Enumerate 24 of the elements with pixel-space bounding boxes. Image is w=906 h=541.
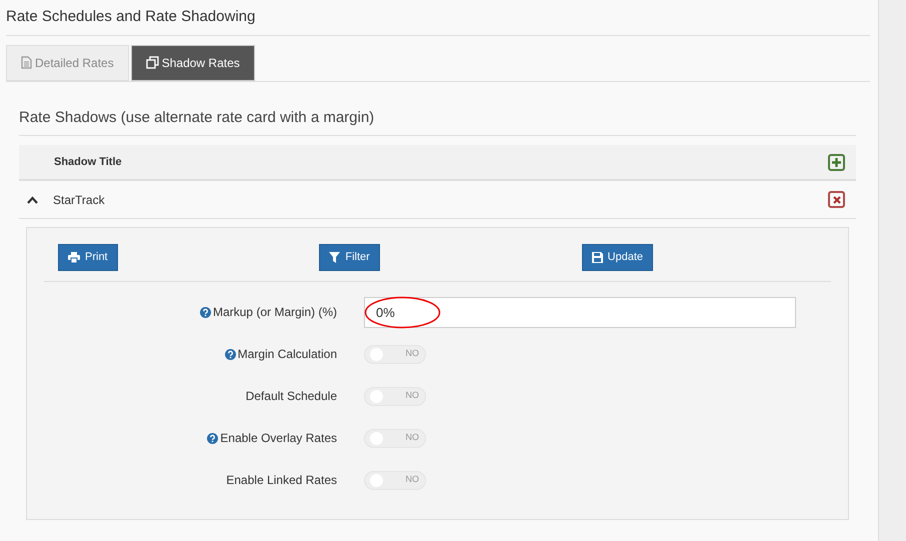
copy-icon (146, 56, 159, 69)
tab[interactable]: Shadow Rates (130, 44, 255, 80)
column-header: Shadow Title (54, 154, 122, 170)
field-label: Margin Calculation (238, 346, 337, 363)
document-icon (21, 56, 32, 69)
row-title: StarTrack (53, 192, 106, 208)
field-label: Enable Overlay Rates (220, 430, 337, 447)
printer-icon (68, 252, 80, 263)
add-icon[interactable] (828, 154, 845, 170)
field-label: Markup (or Margin) (%) (212, 304, 337, 321)
help-icon[interactable] (200, 306, 211, 318)
help-icon[interactable] (224, 348, 236, 360)
delete-icon[interactable] (828, 191, 845, 208)
filter-button[interactable]: Filter (319, 244, 380, 271)
help-icon[interactable] (207, 432, 218, 444)
markup-field[interactable]: 0% (364, 296, 796, 328)
section-title: Rate Shadows (use alternate rate card with a margin) (19, 106, 856, 136)
print-button[interactable]: Print (58, 244, 118, 271)
field-label: Enable Linked Rates (226, 472, 337, 489)
filter-icon (329, 252, 340, 263)
tab[interactable]: Detailed Rates (6, 44, 129, 80)
field-label: Default Schedule (246, 388, 337, 405)
update-button[interactable]: Update (582, 244, 653, 271)
page-title: Rate Schedules and Rate Shadowing (6, 0, 870, 36)
